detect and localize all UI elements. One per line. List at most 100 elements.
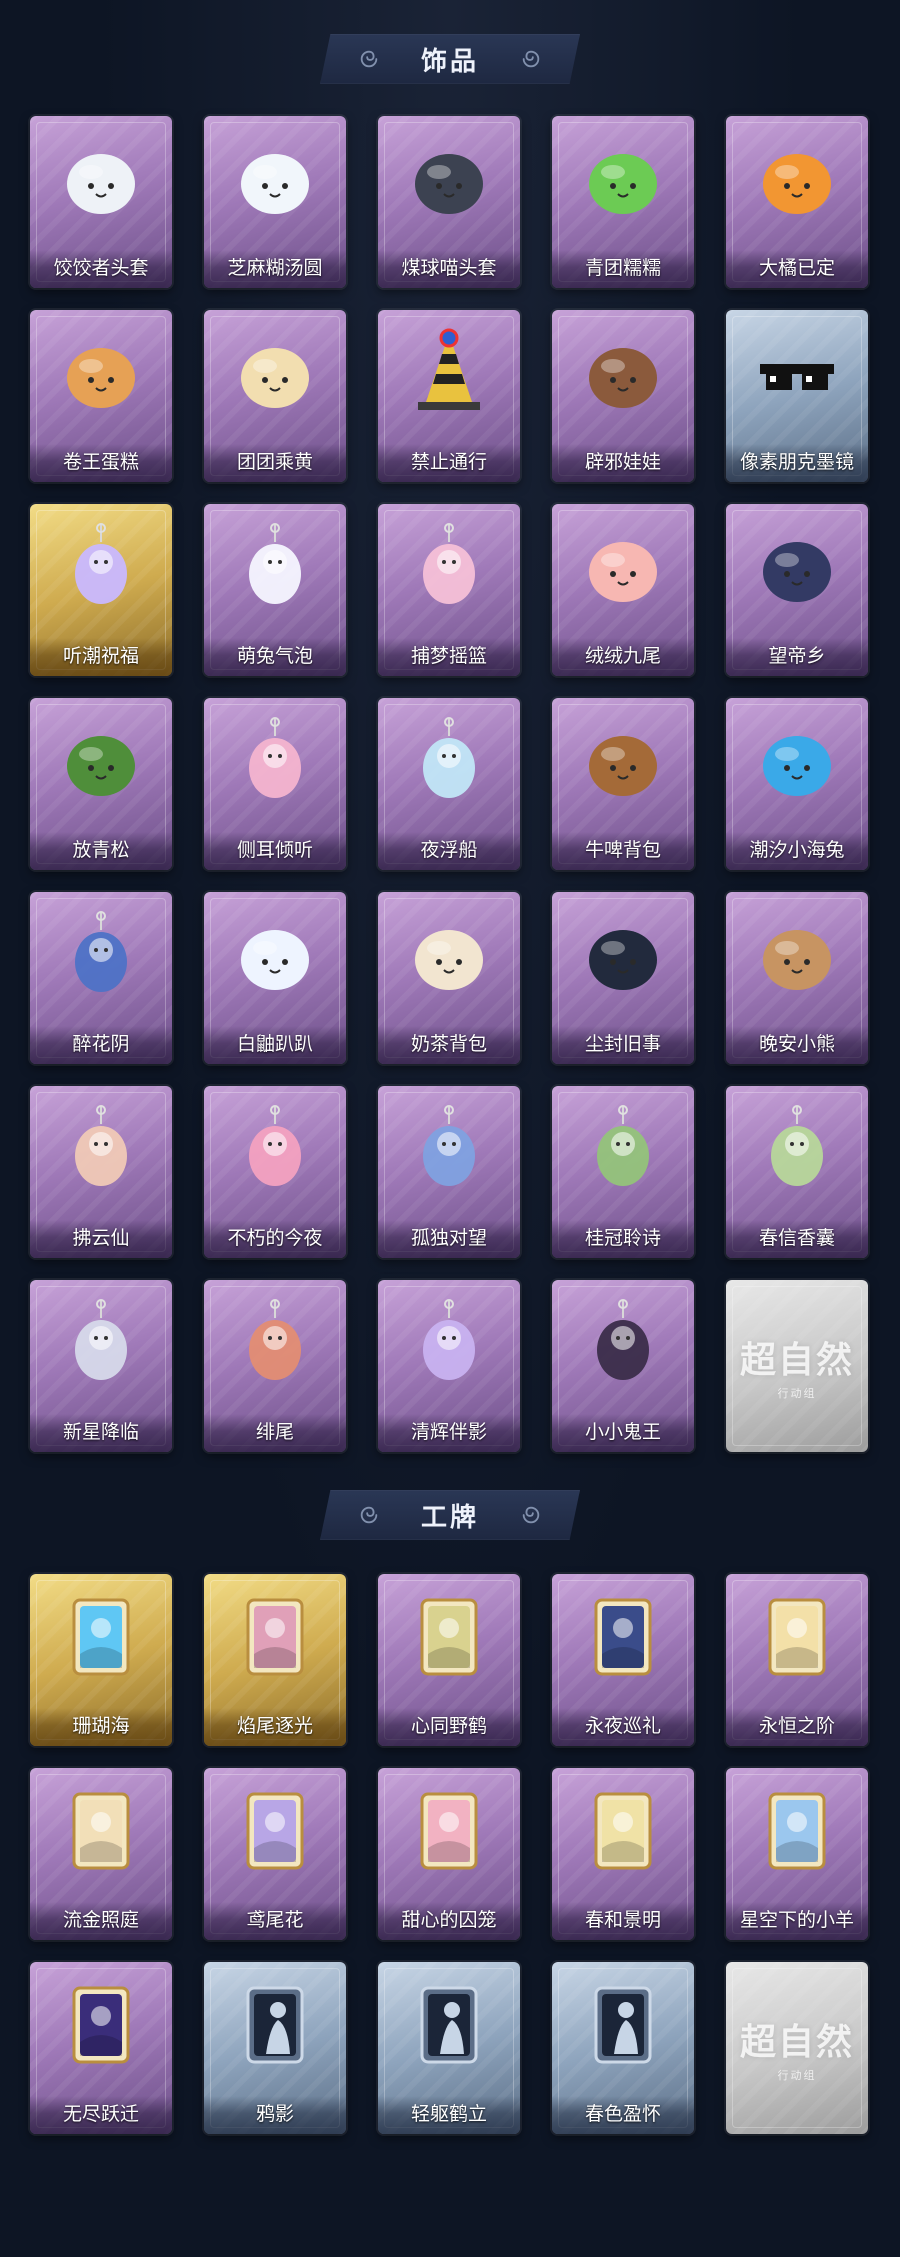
item-label: 桂冠聆诗 [584,1227,661,1249]
item-card[interactable]: 不朽的今夜 [204,1086,346,1258]
placeholder-card[interactable]: 超自然 行动组 [726,1280,868,1452]
section-header: 饰品 [320,34,580,84]
item-card[interactable]: 春信香囊 [726,1086,868,1258]
bunny-bubble-icon [249,523,301,604]
item-card[interactable]: 焰尾逐光 [204,1574,346,1746]
item-label: 饺饺者头套 [53,257,149,279]
section-header: 工牌 [320,1490,580,1540]
milk-tea-backpack-icon [415,930,483,990]
badge-card-icon [768,1792,826,1870]
item-card[interactable]: 鸢尾花 [204,1768,346,1940]
item-card[interactable]: 卷王蛋糕 [30,310,172,482]
item-card[interactable]: 望帝乡 [726,504,868,676]
item-card[interactable]: 无尽跃迁 [30,1962,172,2134]
item-label: 白鼬趴趴 [236,1033,313,1055]
item-label: 尘封旧事 [584,1033,661,1055]
item-label: 轻躯鹤立 [410,2103,487,2125]
item-card[interactable]: 夜浮船 [378,698,520,870]
item-label: 心同野鹤 [410,1715,487,1737]
item-label: 青团糯糯 [584,257,661,279]
item-card[interactable]: 奶茶背包 [378,892,520,1064]
item-label: 星空下的小羊 [739,1909,854,1931]
brand-logo-subtext: 行动组 [777,1387,817,1400]
item-card[interactable]: 星空下的小羊 [726,1768,868,1940]
cloud-fairy-charm-icon [75,1105,127,1186]
item-card[interactable]: 侧耳倾听 [204,698,346,870]
lilac-figure-charm-icon [423,1299,475,1380]
badge-card-icon [72,1792,130,1870]
jellyfish-icon [423,717,475,798]
cream-beast-head-icon [241,348,309,408]
item-card[interactable]: 春色盈怀 [552,1962,694,2134]
item-card[interactable]: 牛啤背包 [552,698,694,870]
item-card[interactable]: 晚安小熊 [726,892,868,1064]
item-card[interactable]: 捕梦摇篮 [378,504,520,676]
item-label: 无尽跃迁 [62,2103,139,2125]
item-card[interactable]: 团团乘黄 [204,310,346,482]
green-figure-charm-icon [597,1105,649,1186]
brand-placeholder: 超自然 行动组 [726,1280,868,1452]
item-label: 像素朋克墨镜 [739,451,854,473]
badge-card-icon [72,1598,130,1676]
pixel-sunglasses-icon [760,364,834,390]
item-label: 小小鬼王 [584,1421,661,1443]
placeholder-card[interactable]: 超自然 行动组 [726,1962,868,2134]
item-card[interactable]: 心同野鹤 [378,1574,520,1746]
badge-card-icon [72,1986,130,2064]
item-card[interactable]: 永夜巡礼 [552,1574,694,1746]
items-grid: 珊瑚海 焰尾逐光 心同野鹤 永夜巡礼 永恒之阶流金照庭 鸢尾花 甜心的囚笼 春和景明 星空下的小… [30,1574,868,2134]
item-card[interactable]: 大橘已定 [726,116,868,288]
beer-mug-backpack-icon [589,736,657,796]
item-card[interactable]: 醉花阴 [30,892,172,1064]
badge-card-icon [420,1792,478,1870]
item-label: 鸢尾花 [246,1909,304,1931]
item-card[interactable]: 绯尾 [204,1280,346,1452]
silhouette-badge-icon [246,1986,304,2064]
silhouette-badge-icon [594,1986,652,2064]
item-card[interactable]: 禁止通行 [378,310,520,482]
red-fox-charm-icon [249,1299,301,1380]
bonsai-pine-icon [67,736,135,796]
item-label: 侧耳倾听 [236,839,313,861]
item-card[interactable]: 轻躯鹤立 [378,1962,520,2134]
item-card[interactable]: 孤独对望 [378,1086,520,1258]
item-card[interactable]: 甜心的囚笼 [378,1768,520,1940]
item-label: 焰尾逐光 [236,1715,313,1737]
item-card[interactable]: 芝麻糊汤圆 [204,116,346,288]
item-label: 团团乘黄 [236,451,313,473]
item-card[interactable]: 像素朋克墨镜 [726,310,868,482]
item-card[interactable]: 青团糯糯 [552,116,694,288]
item-card[interactable]: 潮汐小海兔 [726,698,868,870]
item-label: 奶茶背包 [410,1033,487,1055]
black-cat-head-icon [415,154,483,214]
item-card[interactable]: 白鼬趴趴 [204,892,346,1064]
badge-card-icon [594,1598,652,1676]
item-card[interactable]: 萌兔气泡 [204,504,346,676]
item-card[interactable]: 桂冠聆诗 [552,1086,694,1258]
item-card[interactable]: 永恒之阶 [726,1574,868,1746]
item-card[interactable]: 拂云仙 [30,1086,172,1258]
item-card[interactable]: 春和景明 [552,1768,694,1940]
item-label: 牛啤背包 [584,839,661,861]
item-card[interactable]: 新星降临 [30,1280,172,1452]
badge-card-icon [594,1792,652,1870]
item-label: 捕梦摇篮 [410,645,487,667]
swirl-ornament-icon [522,1506,540,1524]
pink-cat-charm-icon [249,1105,301,1186]
item-card[interactable]: 听潮祝福 [30,504,172,676]
item-label: 禁止通行 [410,451,487,473]
badge-card-icon [246,1598,304,1676]
item-card[interactable]: 小小鬼王 [552,1280,694,1452]
item-label: 不朽的今夜 [227,1227,323,1249]
item-card[interactable]: 放青松 [30,698,172,870]
item-card[interactable]: 尘封旧事 [552,892,694,1064]
item-card[interactable]: 煤球喵头套 [378,116,520,288]
item-card[interactable]: 辟邪娃娃 [552,310,694,482]
item-card[interactable]: 流金照庭 [30,1768,172,1940]
item-card[interactable]: 绒绒九尾 [552,504,694,676]
item-card[interactable]: 清辉伴影 [378,1280,520,1452]
item-card[interactable]: 饺饺者头套 [30,116,172,288]
sachet-icon [771,1105,823,1186]
item-card[interactable]: 珊瑚海 [30,1574,172,1746]
item-card[interactable]: 鸦影 [204,1962,346,2134]
